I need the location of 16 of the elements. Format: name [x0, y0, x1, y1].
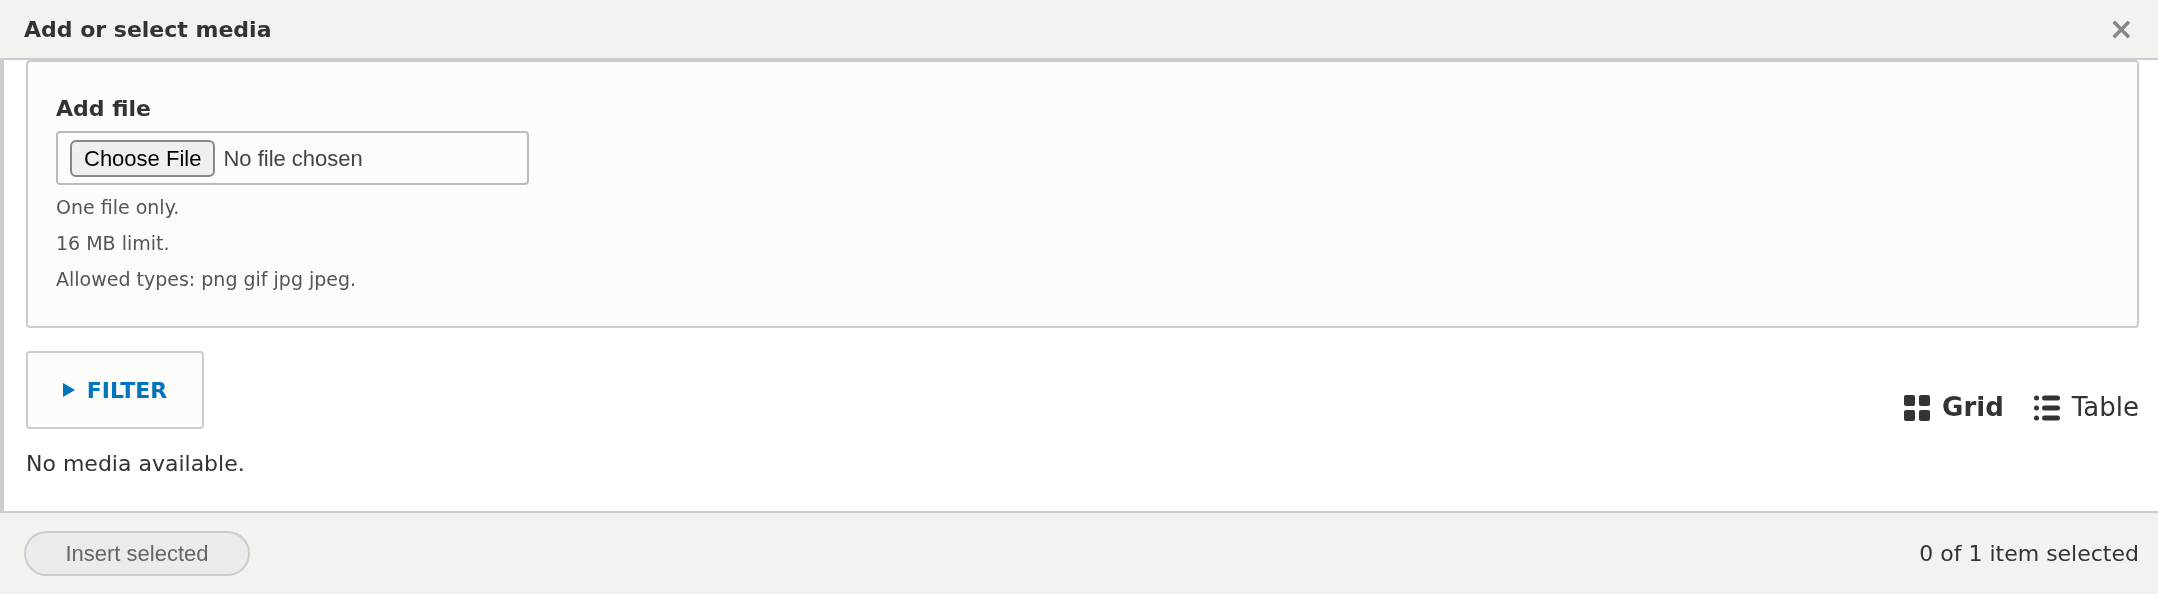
triangle-icon [62, 383, 75, 397]
grid-icon [1904, 394, 1931, 421]
file-input[interactable]: Choose File No file chosen [56, 131, 529, 185]
view-mode-link[interactable]: Grid [1904, 388, 2004, 427]
selection-count: 0 of 1 item selected [1919, 540, 2139, 568]
empty-message: No media available. [26, 450, 246, 478]
file-status: No file chosen [223, 144, 363, 173]
choose-file-button[interactable]: Choose File [70, 139, 216, 177]
filter-toggle[interactable]: FILTER [26, 351, 204, 429]
field-description: 16 MB limit. [56, 231, 171, 256]
field-description: Allowed types: png gif jpg jpeg. [56, 267, 358, 292]
dialog-title: Add or select media [24, 15, 272, 44]
field-description: One file only. [56, 195, 181, 220]
field-label: Add file [56, 95, 152, 123]
view-mode-link[interactable]: Table [2033, 388, 2139, 427]
list-icon [2033, 394, 2060, 421]
